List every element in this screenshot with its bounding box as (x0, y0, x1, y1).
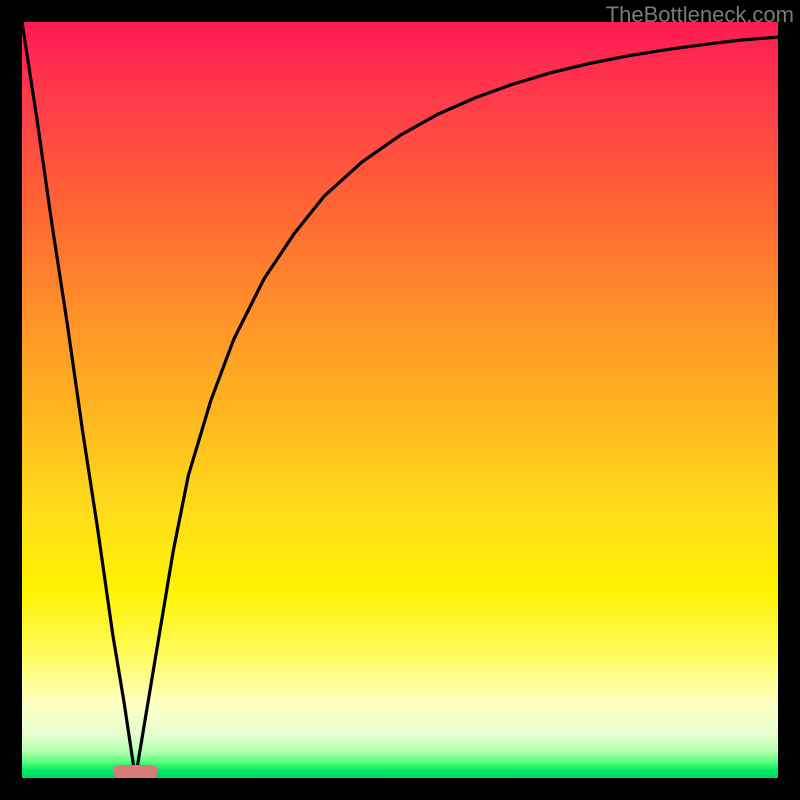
chart-frame: TheBottleneck.com (0, 0, 800, 800)
optimal-range-marker (113, 765, 158, 778)
plot-area (22, 22, 778, 778)
watermark-text: TheBottleneck.com (606, 2, 794, 28)
gradient-background (22, 22, 778, 778)
